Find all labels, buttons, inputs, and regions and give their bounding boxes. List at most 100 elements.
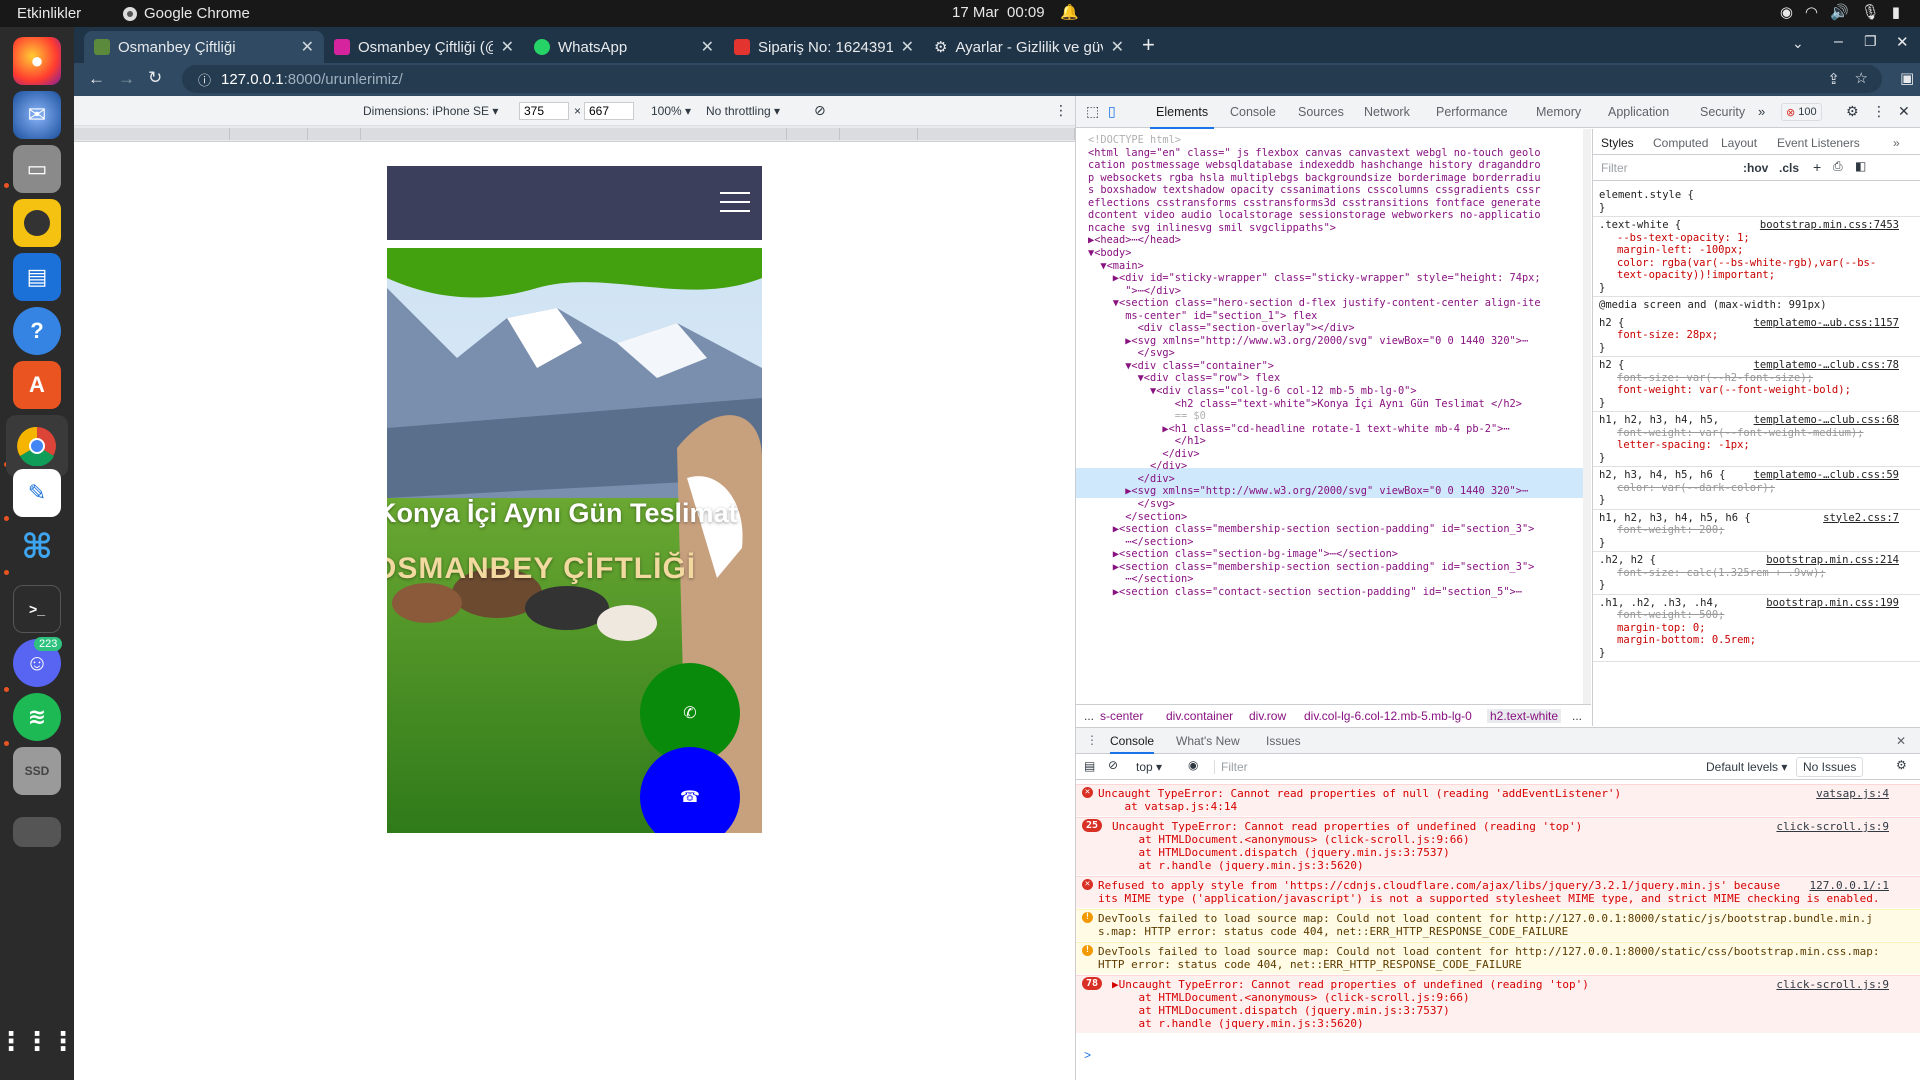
elements-scrollbar[interactable]	[1583, 129, 1591, 704]
console-prompt[interactable]: >	[1084, 1048, 1091, 1062]
tab-settings[interactable]: ⚙ Ayarlar - Gizlilik ve güvenl ✕	[924, 31, 1134, 63]
console-settings-icon[interactable]: ⚙	[1896, 758, 1907, 772]
css-source-link[interactable]: style2.css:7	[1823, 512, 1899, 525]
app-menu[interactable]: Google Chrome	[122, 5, 250, 22]
css-rule[interactable]: .h1, .h2, .h3, .h4, bootstrap.min.css:199…	[1599, 597, 1899, 660]
css-property[interactable]: color: rgba(var(--bs-white-rgb),var(--bs…	[1599, 257, 1899, 270]
tab-security[interactable]: Security	[1700, 105, 1745, 119]
close-tab-icon[interactable]: ✕	[901, 37, 914, 57]
css-property[interactable]: margin-left: -100px;	[1599, 244, 1899, 257]
context-select[interactable]: top ▾	[1136, 760, 1162, 774]
breadcrumb-item[interactable]: ...	[1084, 709, 1094, 723]
css-source-link[interactable]: templatemo-…club.css:78	[1754, 359, 1899, 372]
css-source-link[interactable]: templatemo-…ub.css:1157	[1754, 317, 1899, 330]
console-source-link[interactable]: vatsap.js:4	[1816, 787, 1889, 800]
throttling-select[interactable]: No throttling ▾	[706, 104, 780, 118]
device-height-input[interactable]	[584, 102, 634, 120]
inspect-element-icon[interactable]: ⬚	[1086, 103, 1099, 120]
close-devtools-icon[interactable]: ✕	[1898, 103, 1910, 120]
share-icon[interactable]: ⇪	[1827, 70, 1840, 88]
tab-elements[interactable]: Elements	[1149, 105, 1215, 129]
new-rule-icon[interactable]: +	[1813, 159, 1821, 175]
notification-bell-icon[interactable]: 🔔	[1060, 3, 1079, 21]
sidebar-toggle-icon[interactable]: ◧	[1855, 159, 1866, 173]
text-editor-icon[interactable]: ✎	[13, 469, 61, 517]
dom-node-line[interactable]: ▶<section class="contact-section section…	[1088, 585, 1522, 601]
styles-filter-input[interactable]: Filter	[1601, 161, 1628, 175]
device-toolbar-menu-icon[interactable]: ⋮	[1054, 102, 1068, 119]
css-source-link[interactable]: bootstrap.min.css:214	[1766, 554, 1899, 567]
console-error-message[interactable]: 25 Uncaught TypeError: Cannot read proper…	[1076, 817, 1920, 875]
css-property[interactable]: margin-bottom: 0.5rem;	[1599, 634, 1899, 647]
tab-event-listeners[interactable]: Event Listeners	[1777, 136, 1860, 150]
spotify-icon[interactable]: ≋	[13, 693, 61, 741]
css-property[interactable]: text-opacity))!important;	[1599, 269, 1899, 282]
close-tab-icon[interactable]: ✕	[301, 37, 314, 57]
console-warning-message[interactable]: ! DevTools failed to load source map: Cou…	[1076, 909, 1920, 941]
device-toggle-icon[interactable]: ▯	[1108, 103, 1116, 120]
firefox-icon[interactable]: ●	[13, 37, 61, 85]
css-rule[interactable]: .text-white {bootstrap.min.css:7453 --bs-…	[1599, 219, 1899, 294]
css-source-link[interactable]: templatemo-…club.css:68	[1754, 414, 1899, 427]
breadcrumb-item[interactable]: div.container	[1166, 709, 1233, 723]
console-error-message[interactable]: ✕ Uncaught TypeError: Cannot read propert…	[1076, 784, 1920, 816]
hov-button[interactable]: :hov	[1743, 161, 1768, 175]
hamburger-menu-icon[interactable]	[720, 192, 750, 214]
css-source-link[interactable]: templatemo-…club.css:59	[1754, 469, 1899, 482]
breadcrumb-item[interactable]: div.col-lg-6.col-12.mb-5.mb-lg-0	[1304, 709, 1472, 723]
css-property[interactable]: margin-top: 0;	[1599, 622, 1899, 635]
tab-osmanbey[interactable]: Osmanbey Çiftliği ✕	[84, 31, 324, 63]
breadcrumb-item[interactable]: div.row	[1249, 709, 1286, 723]
device-dimensions-select[interactable]: Dimensions: iPhone SE ▾	[363, 104, 498, 118]
close-tab-icon[interactable]: ✕	[501, 37, 514, 57]
css-property-overridden[interactable]: font-weight: var(--font-weight-medium);	[1599, 427, 1899, 440]
console-filter-input[interactable]: Filter	[1214, 760, 1584, 774]
css-property-overridden[interactable]: font-size: calc(1.325rem + .9vw);	[1599, 567, 1899, 580]
live-expression-eye-icon[interactable]: ◉	[1188, 758, 1198, 772]
breadcrumb-item-selected[interactable]: h2.text-white	[1487, 709, 1562, 723]
css-rule[interactable]: h1, h2, h3, h4, h5, h6 {style2.css:7 font…	[1599, 512, 1899, 550]
tab-performance[interactable]: Performance	[1436, 105, 1508, 119]
cls-button[interactable]: .cls	[1779, 161, 1799, 175]
breadcrumb-item[interactable]: ...	[1572, 709, 1582, 723]
css-property[interactable]: font-weight: var(--font-weight-bold);	[1599, 384, 1899, 397]
rhythmbox-icon[interactable]	[13, 199, 61, 247]
close-tab-icon[interactable]: ✕	[701, 37, 714, 57]
tab-search-icon[interactable]: ⌄	[1792, 35, 1804, 52]
css-source-link[interactable]: bootstrap.min.css:199	[1766, 597, 1899, 610]
devtools-menu-icon[interactable]: ⋮	[1872, 103, 1886, 120]
css-rule[interactable]: @media screen and (max-width: 991px)	[1599, 299, 1899, 312]
css-source-link[interactable]: bootstrap.min.css:7453	[1760, 219, 1899, 232]
tab-sources[interactable]: Sources	[1298, 105, 1344, 119]
tab-application[interactable]: Application	[1608, 105, 1669, 119]
zoom-select[interactable]: 100% ▾	[651, 104, 691, 118]
show-apps-icon[interactable]: ⋮⋮⋮	[0, 1017, 76, 1065]
address-bar[interactable]: ⓘ 127.0.0.1:8000/urunlerimiz/ ⇪ ☆	[182, 65, 1882, 93]
more-styles-tabs-icon[interactable]: »	[1893, 136, 1900, 150]
console-source-link[interactable]: click-scroll.js:9	[1776, 978, 1889, 991]
tab-computed[interactable]: Computed	[1653, 136, 1708, 150]
ssd-drive-icon[interactable]: SSD	[13, 747, 61, 795]
site-info-icon[interactable]: ⓘ	[198, 70, 211, 89]
drawer-menu-icon[interactable]: ⋮	[1086, 733, 1098, 747]
files-icon[interactable]: ▭	[13, 145, 61, 193]
side-panel-icon[interactable]: ▣	[1900, 69, 1914, 87]
css-rule[interactable]: h2 {templatemo-…ub.css:1157 font-size: 28…	[1599, 317, 1899, 355]
minimize-button[interactable]: –	[1834, 33, 1843, 51]
vscode-icon[interactable]: ⌘	[13, 523, 61, 571]
tab-console[interactable]: Console	[1230, 105, 1276, 119]
thunderbird-icon[interactable]: ✉	[13, 91, 61, 139]
help-icon[interactable]: ?	[13, 307, 61, 355]
settings-gear-icon[interactable]: ⚙	[1846, 103, 1859, 120]
css-rule[interactable]: h2 {templatemo-…club.css:78 font-size: va…	[1599, 359, 1899, 409]
bookmark-star-icon[interactable]: ☆	[1855, 69, 1868, 87]
log-levels-select[interactable]: Default levels ▾	[1706, 760, 1787, 774]
tab-console-drawer[interactable]: Console	[1110, 734, 1155, 754]
console-source-link[interactable]: click-scroll.js:9	[1776, 820, 1889, 833]
tab-whatsapp[interactable]: WhatsApp ✕	[524, 31, 724, 63]
back-button[interactable]: ←	[88, 69, 105, 89]
tab-memory[interactable]: Memory	[1536, 105, 1581, 119]
terminal-icon[interactable]: >_	[13, 585, 61, 633]
more-tabs-icon[interactable]: »	[1758, 104, 1765, 119]
css-rule[interactable]: element.style {}	[1599, 189, 1899, 214]
